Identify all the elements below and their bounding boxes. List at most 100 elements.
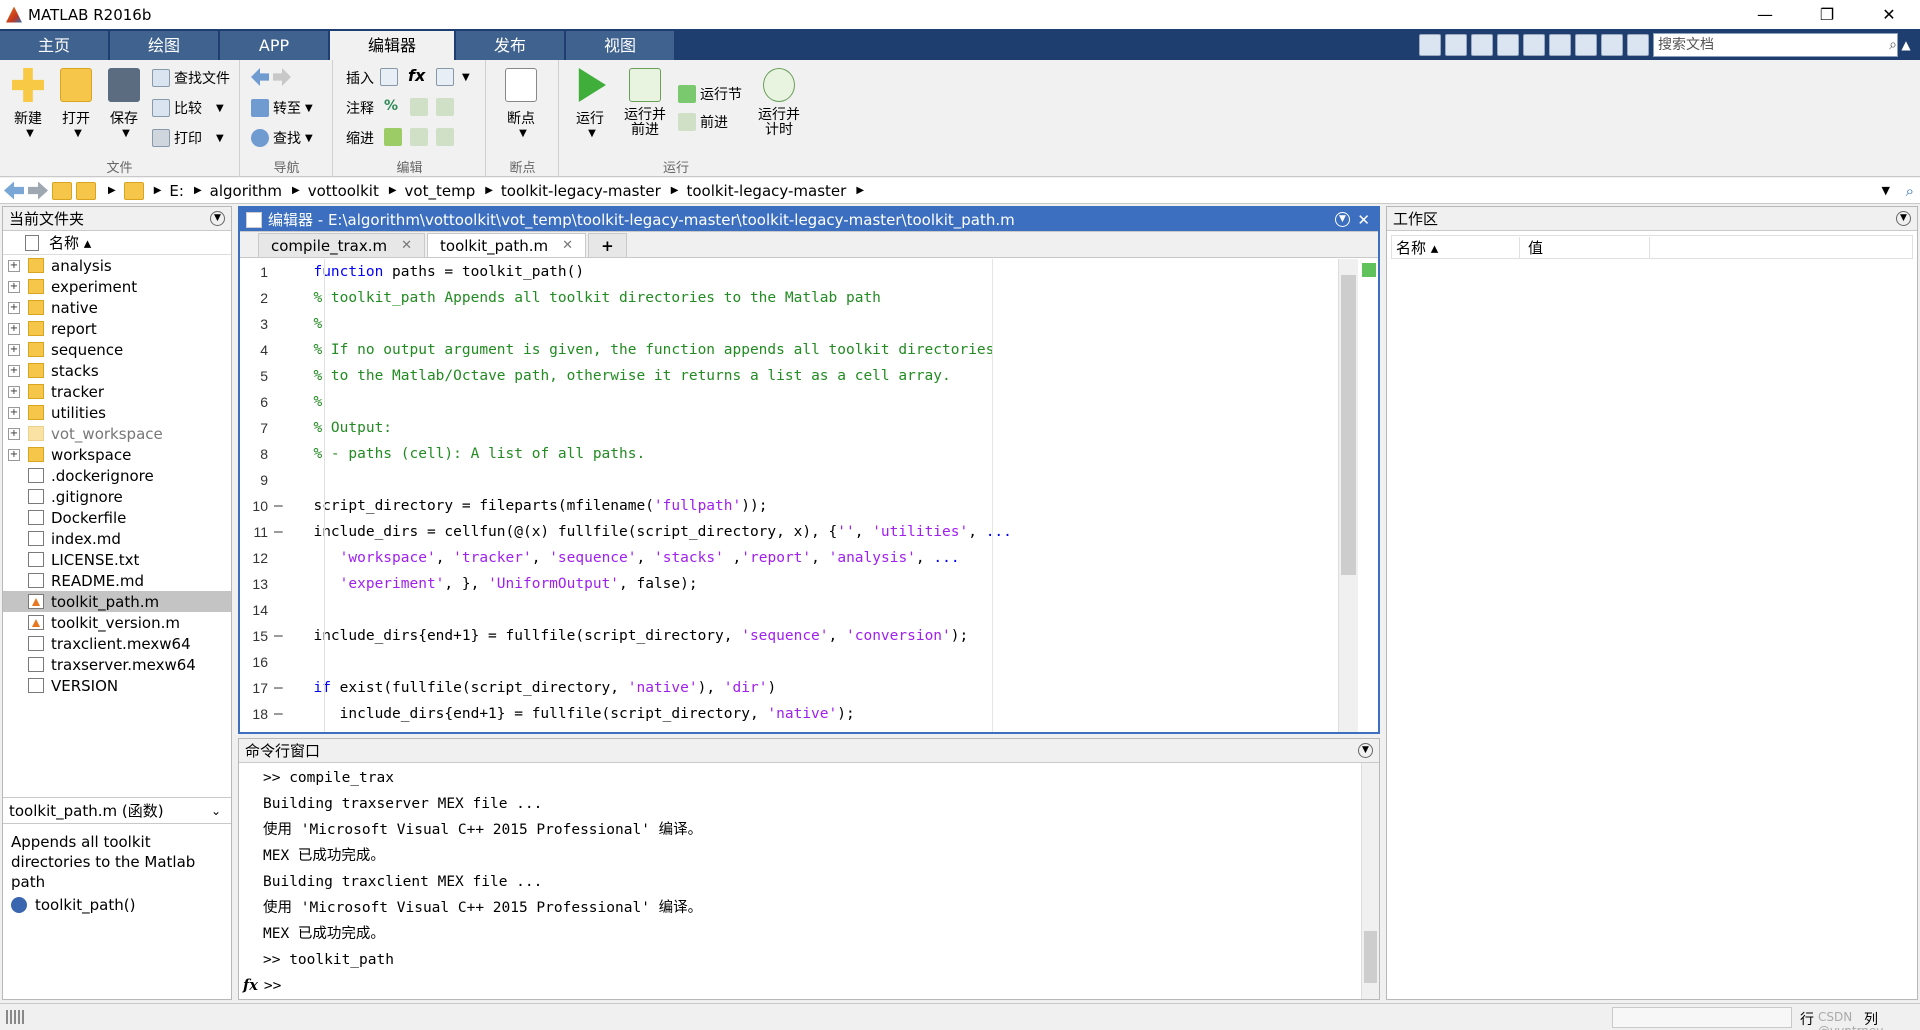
breadcrumb-vot-temp[interactable]: vot_temp bbox=[405, 182, 476, 200]
cut-icon[interactable] bbox=[1471, 34, 1493, 56]
run-button[interactable]: 运行 ▼ bbox=[568, 68, 612, 139]
details-header[interactable]: toolkit_path.m (函数) ⌄ bbox=[3, 798, 231, 824]
compare-button[interactable]: 比较 ▼ bbox=[152, 98, 224, 118]
tab-plots[interactable]: 绘图 bbox=[110, 31, 218, 60]
breadcrumb-toolkit-legacy-master-2[interactable]: toolkit-legacy-master bbox=[686, 182, 846, 200]
up-folder-icon[interactable] bbox=[52, 181, 72, 200]
browse-folder-icon[interactable] bbox=[76, 181, 96, 200]
comment-button[interactable]: 注释 bbox=[346, 98, 374, 118]
undo-icon[interactable] bbox=[1549, 34, 1571, 56]
list-item[interactable]: + utilities bbox=[3, 402, 231, 423]
breadcrumb-toolkit-legacy-master[interactable]: toolkit-legacy-master bbox=[501, 182, 661, 200]
increase-indent-icon[interactable] bbox=[410, 128, 432, 146]
new-button[interactable]: 新建 ▼ bbox=[6, 68, 50, 139]
tab-editor[interactable]: 编辑器 bbox=[330, 31, 454, 60]
minimize-button[interactable]: — bbox=[1734, 0, 1796, 29]
address-search-icon[interactable]: ⌕ bbox=[1906, 182, 1914, 200]
list-item[interactable]: traxclient.mexw64 bbox=[3, 633, 231, 654]
open-button[interactable]: 打开 ▼ bbox=[54, 68, 98, 139]
find-files-button[interactable]: 查找文件 bbox=[152, 68, 230, 88]
insert-button[interactable]: 插入 bbox=[346, 68, 374, 88]
help-icon[interactable] bbox=[1627, 34, 1649, 56]
new-tab-button[interactable]: + bbox=[588, 233, 627, 257]
list-item[interactable]: index.md bbox=[3, 528, 231, 549]
list-item[interactable]: + vot_workspace bbox=[3, 423, 231, 444]
list-item[interactable]: + report bbox=[3, 318, 231, 339]
workspace-name-header[interactable]: 名称 ▴ bbox=[1392, 236, 1520, 258]
layout-icon[interactable] bbox=[1419, 34, 1441, 56]
switch-windows-icon[interactable] bbox=[1601, 34, 1623, 56]
scrollbar-thumb[interactable] bbox=[1341, 275, 1356, 575]
breakpoints-button[interactable]: 断点 ▼ bbox=[499, 68, 543, 139]
close-tab-icon[interactable]: ✕ bbox=[562, 234, 573, 258]
list-item[interactable]: + analysis bbox=[3, 255, 231, 276]
breadcrumb-drive[interactable]: E: bbox=[169, 182, 184, 200]
editor-tab-toolkit-path[interactable]: toolkit_path.m ✕ bbox=[427, 233, 587, 258]
save-button[interactable]: 保存 ▼ bbox=[102, 68, 146, 139]
advance-button[interactable]: 前进 bbox=[678, 112, 728, 132]
tab-view[interactable]: 视图 bbox=[566, 31, 674, 60]
command-prompt[interactable]: fx >> bbox=[239, 973, 1379, 999]
workspace-value-header[interactable]: 值 bbox=[1520, 236, 1650, 258]
command-output[interactable]: >> compile_trax Building traxserver MEX … bbox=[239, 763, 1379, 999]
panel-actions-icon[interactable]: ▼ bbox=[210, 211, 225, 226]
wrap-comments-icon[interactable] bbox=[436, 98, 458, 116]
tab-publish[interactable]: 发布 bbox=[456, 31, 564, 60]
comment-percent-icon[interactable]: % bbox=[384, 98, 398, 114]
code-area[interactable]: 1 function paths = toolkit_path() 2 % to… bbox=[240, 259, 1378, 732]
list-item[interactable]: Dockerfile bbox=[3, 507, 231, 528]
restore-button[interactable]: ❐ bbox=[1796, 0, 1858, 29]
list-item[interactable]: + workspace bbox=[3, 444, 231, 465]
editor-scrollbar[interactable] bbox=[1338, 259, 1358, 732]
close-button[interactable]: ✕ bbox=[1858, 0, 1920, 29]
breadcrumb-vottoolkit[interactable]: vottoolkit bbox=[308, 182, 379, 200]
list-item[interactable]: + experiment bbox=[3, 276, 231, 297]
indent-button[interactable]: 缩进 bbox=[346, 128, 374, 148]
list-item[interactable]: + stacks bbox=[3, 360, 231, 381]
paste-icon[interactable] bbox=[1523, 34, 1545, 56]
address-dropdown-icon[interactable]: ▼ bbox=[1882, 184, 1890, 197]
command-window-actions-icon[interactable]: ▼ bbox=[1358, 743, 1373, 758]
name-column-header[interactable]: 名称 ▴ bbox=[3, 231, 231, 255]
run-and-advance-button[interactable]: 运行并 前进 bbox=[620, 68, 670, 138]
save-icon[interactable] bbox=[1445, 34, 1467, 56]
smart-indent-icon[interactable] bbox=[384, 128, 406, 146]
list-item[interactable]: + sequence bbox=[3, 339, 231, 360]
scrollbar-thumb[interactable] bbox=[1364, 931, 1377, 983]
list-item-selected[interactable]: toolkit_path.m bbox=[3, 591, 231, 612]
close-tab-icon[interactable]: ✕ bbox=[401, 234, 412, 258]
code-analyzer-status-icon[interactable] bbox=[1362, 263, 1376, 277]
forward-icon[interactable] bbox=[28, 181, 48, 200]
insert-section-icon[interactable] bbox=[380, 68, 402, 86]
back-forward-buttons[interactable] bbox=[251, 68, 295, 86]
list-item[interactable]: toolkit_version.m bbox=[3, 612, 231, 633]
list-item[interactable]: + native bbox=[3, 297, 231, 318]
copy-icon[interactable] bbox=[1497, 34, 1519, 56]
list-item[interactable]: LICENSE.txt bbox=[3, 549, 231, 570]
print-button[interactable]: 打印 ▼ bbox=[152, 128, 224, 148]
redo-icon[interactable] bbox=[1575, 34, 1597, 56]
workspace-actions-icon[interactable]: ▼ bbox=[1896, 211, 1911, 226]
list-item[interactable]: VERSION bbox=[3, 675, 231, 696]
decrease-indent-icon[interactable] bbox=[436, 128, 458, 146]
list-item[interactable]: README.md bbox=[3, 570, 231, 591]
back-icon[interactable] bbox=[4, 181, 24, 200]
editor-tab-compile-trax[interactable]: compile_trax.m ✕ bbox=[258, 233, 426, 258]
uncomment-icon[interactable] bbox=[410, 98, 432, 116]
fx-icon[interactable]: fx bbox=[243, 977, 258, 994]
tab-apps[interactable]: APP bbox=[220, 31, 328, 60]
breadcrumb-algorithm[interactable]: algorithm bbox=[210, 182, 282, 200]
insert-plot-icon[interactable]: ▼ bbox=[436, 68, 470, 86]
list-item[interactable]: + tracker bbox=[3, 381, 231, 402]
tab-home[interactable]: 主页 bbox=[0, 31, 108, 60]
run-and-time-button[interactable]: 运行并 计时 bbox=[754, 68, 804, 138]
editor-close-icon[interactable]: ✕ bbox=[1357, 208, 1370, 232]
list-item[interactable]: .gitignore bbox=[3, 486, 231, 507]
find-button[interactable]: 查找 ▼ bbox=[251, 128, 313, 148]
run-section-button[interactable]: 运行节 bbox=[678, 84, 742, 104]
fx-button[interactable]: fx bbox=[408, 66, 425, 85]
goto-button[interactable]: 转至 ▼ bbox=[251, 98, 313, 118]
editor-actions-icon[interactable]: ▼ bbox=[1335, 212, 1350, 227]
command-scrollbar[interactable] bbox=[1361, 763, 1379, 999]
list-item[interactable]: traxserver.mexw64 bbox=[3, 654, 231, 675]
